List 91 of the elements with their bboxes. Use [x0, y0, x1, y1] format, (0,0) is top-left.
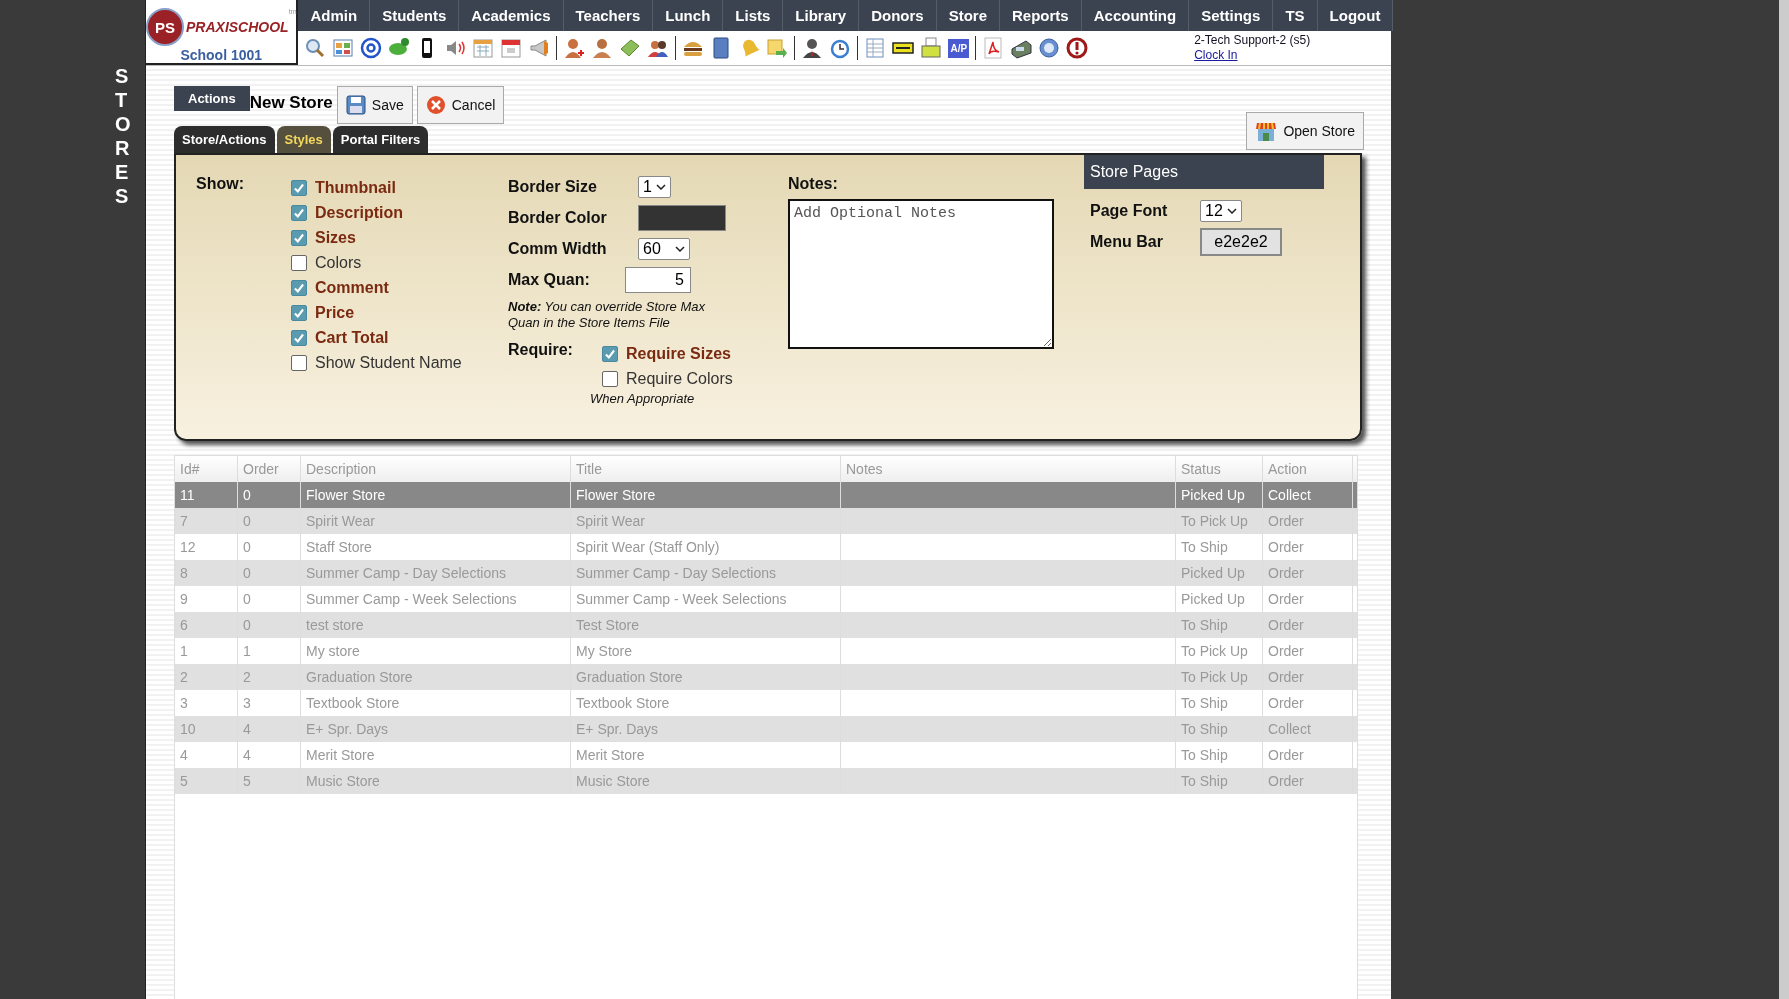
store-pages-header: Store Pages: [1084, 155, 1324, 189]
border-color-label: Border Color: [508, 208, 608, 227]
checkbox[interactable]: [291, 329, 307, 346]
stop-icon[interactable]: [1066, 37, 1089, 59]
checkbox-label: Thumbnail: [315, 178, 396, 197]
menu-bar-label: Menu Bar: [1090, 232, 1164, 251]
help-icon[interactable]: [1038, 37, 1061, 59]
menu-item[interactable]: Academics: [459, 0, 564, 31]
tab[interactable]: Store/Actions: [174, 126, 275, 153]
chevron-icon: [655, 183, 666, 190]
logo-brand: PRAXISCHOOL: [186, 19, 289, 35]
calendar-icon[interactable]: [500, 37, 523, 59]
table-cell: Order: [1263, 768, 1353, 794]
table-cell: Music Store: [571, 768, 841, 794]
clock-in-link[interactable]: Clock In: [1194, 48, 1311, 63]
page-font-label: Page Font: [1090, 201, 1169, 220]
table-cell: To Ship: [1176, 768, 1263, 794]
menu-item[interactable]: Students: [370, 0, 460, 31]
checkbox[interactable]: [291, 179, 307, 196]
checkbox-label: Comment: [315, 278, 389, 297]
checkbox-label: Cart Total: [315, 328, 389, 347]
menu-item[interactable]: Lists: [723, 0, 784, 31]
checkbox[interactable]: [291, 254, 307, 271]
page-title: New Store: [249, 93, 333, 113]
menu-bar-field[interactable]: e2e2e2: [1200, 227, 1282, 256]
border-size-select[interactable]: 1: [638, 175, 671, 198]
checkbox[interactable]: [602, 370, 618, 387]
menu-item[interactable]: Accounting: [1081, 0, 1190, 31]
cancel-button[interactable]: Cancel: [416, 86, 505, 124]
actions-button[interactable]: Actions: [174, 86, 250, 111]
cancel-icon: [425, 95, 446, 115]
checkbox-label: Description: [315, 203, 403, 222]
note-arrow-icon[interactable]: [766, 37, 789, 59]
menu-item[interactable]: Lunch: [653, 0, 724, 31]
note-text: Note: You can override Store Max Quan in the Store Items File: [508, 299, 706, 331]
checkbox[interactable]: [291, 304, 307, 321]
menu-item[interactable]: Logout: [1317, 0, 1394, 31]
user-name: 2-Tech Support-2 (s5): [1194, 33, 1311, 48]
menu-item[interactable]: Reports: [1000, 0, 1082, 31]
person-plus-icon[interactable]: [563, 37, 586, 59]
checkbox-label: Require Colors: [626, 369, 733, 388]
scrollbar[interactable]: [1779, 0, 1789, 999]
table-row[interactable]: 11 0 Flower Store Flower Store Picked Up Collect: [175, 482, 1357, 508]
menu-item[interactable]: TS: [1273, 0, 1318, 31]
checkbox[interactable]: [291, 204, 307, 221]
menu-item[interactable]: Donors: [859, 0, 937, 31]
search-icon[interactable]: [304, 37, 327, 59]
menu-item[interactable]: Store: [936, 0, 1000, 31]
border-size-label: Border Size: [508, 177, 598, 196]
storefront-icon: [1255, 120, 1278, 142]
checkbox-label: Colors: [315, 253, 362, 272]
person-icon[interactable]: [801, 37, 824, 59]
notes-field[interactable]: Add Optional Notes: [788, 199, 1054, 349]
menu-item[interactable]: Teachers: [563, 0, 654, 31]
ap-button[interactable]: A/P: [948, 38, 970, 58]
border-color-field[interactable]: [638, 204, 726, 231]
menu-item[interactable]: Settings: [1189, 0, 1274, 31]
show-label: Show:: [196, 175, 245, 194]
chevron-icon: [674, 245, 685, 252]
chevron-icon: [1226, 207, 1237, 214]
grid-icon[interactable]: [332, 37, 355, 59]
hint-text: When Appropriate: [590, 391, 696, 406]
table-cell: 5: [238, 768, 301, 794]
checkbox[interactable]: [602, 345, 618, 362]
open-store-button[interactable]: Open Store: [1246, 112, 1364, 150]
notes-label: Notes:: [788, 175, 839, 193]
page-font-select[interactable]: 12: [1200, 199, 1242, 222]
school-name: School 1001: [180, 47, 263, 63]
checkbox-label: Price: [315, 303, 355, 322]
max-quan-field[interactable]: 5: [625, 266, 691, 293]
pdf-icon[interactable]: [982, 37, 1005, 59]
menu-item[interactable]: Admin: [298, 0, 371, 31]
alarm-clock-icon[interactable]: [829, 37, 852, 59]
tab[interactable]: Styles: [276, 126, 331, 153]
checkbox[interactable]: [291, 279, 307, 296]
side-title: STORES: [115, 64, 132, 209]
table-cell: Music Store: [301, 768, 571, 794]
checkbox-label: Sizes: [315, 228, 356, 247]
save-button[interactable]: Save: [336, 86, 413, 124]
megaphone-icon[interactable]: [528, 37, 551, 59]
table-cell: 5: [175, 768, 238, 794]
comm-width-select[interactable]: 60: [638, 237, 690, 260]
checkbox-label: Show Student Name: [315, 353, 462, 372]
comm-width-label: Comm Width: [508, 239, 608, 258]
tab[interactable]: Portal Filters: [332, 126, 429, 153]
logo-monogram: PS: [146, 8, 184, 46]
checkbox[interactable]: [291, 229, 307, 246]
checkbox[interactable]: [291, 354, 307, 371]
menu-item[interactable]: Library: [783, 0, 860, 31]
checkbox-label: Require Sizes: [626, 344, 731, 363]
max-quan-label: Max Quan:: [508, 270, 591, 289]
